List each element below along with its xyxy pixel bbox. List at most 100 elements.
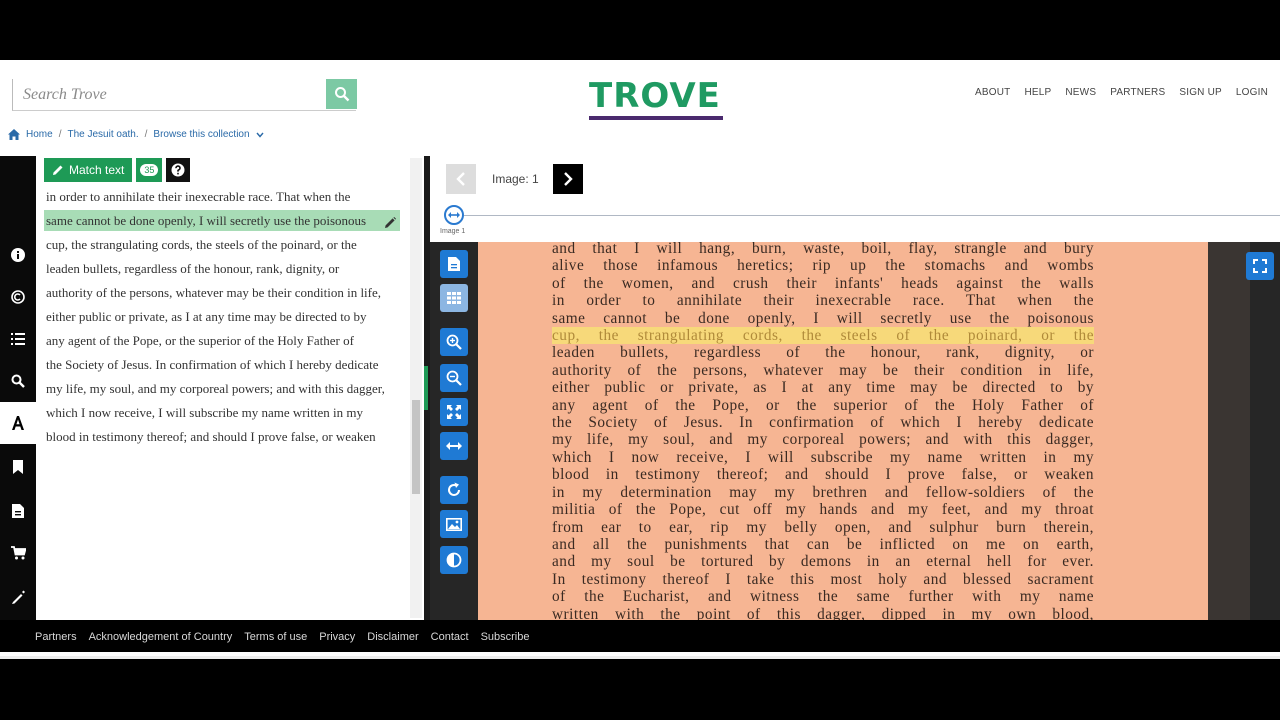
scanned-text: and that I will hang, burn, waste, boil,…	[552, 242, 1094, 620]
highlighted-scan-line: cup, the strangulating cords, the steels…	[552, 327, 1094, 345]
contrast-button[interactable]	[440, 546, 468, 574]
ocr-line[interactable]: which I now receive, I will subscribe my…	[44, 402, 400, 423]
screen: TROVE ABOUT HELP NEWS PARTNERS SIGN UP L…	[0, 0, 1280, 720]
zoom-in-icon	[446, 334, 462, 350]
scan-line: leaden bullets, regardless of the honour…	[552, 344, 1094, 362]
search-input[interactable]	[23, 83, 323, 107]
footer-link-disclaimer[interactable]: Disclaimer	[367, 631, 418, 643]
nav-partners[interactable]: PARTNERS	[1110, 87, 1165, 98]
nav-about[interactable]: ABOUT	[975, 87, 1010, 98]
rotate-button[interactable]	[440, 476, 468, 504]
footer-link-terms-of-use[interactable]: Terms of use	[244, 631, 307, 643]
scan-line: my life, my soul, and my corporeal power…	[552, 431, 1094, 449]
footer-link-acknowledgement-of-country[interactable]: Acknowledgement of Country	[89, 631, 233, 643]
image-label: Image: 1	[492, 172, 539, 186]
search-in-item-button[interactable]	[0, 360, 36, 402]
scroll-thumb[interactable]	[412, 400, 420, 494]
previous-image-button[interactable]	[446, 164, 476, 194]
list-icon	[11, 333, 25, 345]
viewer-controls: Image: 1 Image 1	[430, 156, 1280, 246]
ocr-line[interactable]: the Society of Jesus. In confirmation of…	[44, 354, 400, 375]
slider-image-label: Image 1	[440, 228, 466, 235]
footer-link-contact[interactable]: Contact	[431, 631, 469, 643]
nav-help[interactable]: HELP	[1024, 87, 1051, 98]
magnifier-icon	[11, 374, 25, 388]
ocr-line[interactable]: cup, the strangulating cords, the steels…	[44, 234, 400, 255]
cart-button[interactable]	[0, 532, 36, 574]
footer-link-privacy[interactable]: Privacy	[319, 631, 355, 643]
zoom-in-button[interactable]	[440, 328, 468, 356]
ocr-line[interactable]: any agent of the Pope, or the superior o…	[44, 330, 400, 351]
nav-news[interactable]: NEWS	[1065, 87, 1096, 98]
ocr-line[interactable]: same cannot be done openly, I will secre…	[44, 210, 400, 231]
breadcrumb-item[interactable]: The Jesuit oath.	[67, 129, 138, 140]
chevron-right-icon	[564, 172, 573, 186]
grid-view-button[interactable]	[440, 284, 468, 312]
image-icon	[446, 517, 462, 531]
pencil-icon	[53, 165, 63, 175]
ocr-line[interactable]: either public or private, as I at any ti…	[44, 306, 400, 327]
zoom-out-icon	[446, 370, 462, 386]
cart-icon	[10, 546, 26, 560]
ocr-line[interactable]: in order to annihilate their inexecrable…	[44, 186, 400, 207]
breadcrumb: Home / The Jesuit oath. / Browse this co…	[8, 129, 264, 140]
page-view-button[interactable]	[440, 250, 468, 278]
ocr-line[interactable]: authority of the persons, whatever may b…	[44, 282, 400, 303]
scan-line: and all the punishments that can be infl…	[552, 535, 1094, 553]
search-box	[12, 79, 357, 111]
scan-line: which I now receive, I will subscribe my…	[552, 448, 1094, 466]
text-toolbar: Match text 35	[44, 158, 191, 182]
image-slider-track[interactable]	[464, 215, 1280, 216]
footer-link-partners[interactable]: Partners	[35, 631, 77, 643]
ocr-line[interactable]: my life, my soul, and my corporeal power…	[44, 378, 400, 399]
scan-line: in my determination may my brethren and …	[552, 483, 1094, 501]
image-viewer[interactable]: and that I will hang, burn, waste, boil,…	[430, 242, 1280, 620]
nav-sign-up[interactable]: SIGN UP	[1179, 87, 1222, 98]
fit-width-button[interactable]	[440, 432, 468, 460]
document-icon	[12, 504, 24, 518]
match-text-button[interactable]: Match text	[44, 158, 133, 182]
image-adjust-button[interactable]	[440, 510, 468, 538]
fit-page-button[interactable]	[440, 398, 468, 426]
list-button[interactable]	[0, 318, 36, 360]
panel-resize-handle[interactable]	[424, 366, 428, 410]
footer-link-subscribe[interactable]: Subscribe	[481, 631, 530, 643]
arrows-horizontal-icon	[448, 212, 460, 218]
help-button[interactable]	[166, 158, 191, 182]
info-button[interactable]	[0, 234, 36, 276]
ocr-line[interactable]: leaden bullets, regardless of the honour…	[44, 258, 400, 279]
nav-login[interactable]: LOGIN	[1236, 87, 1268, 98]
footer: Partners Acknowledgement of Country Terms …	[0, 620, 1280, 652]
bookmark-icon	[13, 460, 23, 474]
image-slider-knob[interactable]	[444, 205, 464, 225]
text-scrollbar[interactable]	[410, 158, 422, 618]
zoom-out-button[interactable]	[440, 364, 468, 392]
trove-logo[interactable]: TROVE	[589, 76, 723, 122]
tools-button[interactable]	[0, 576, 36, 618]
ocr-line[interactable]: blood in testimony thereof; and should I…	[44, 426, 400, 447]
copyright-button[interactable]	[0, 276, 36, 318]
text-a-icon	[12, 416, 24, 430]
trove-app: TROVE ABOUT HELP NEWS PARTNERS SIGN UP L…	[0, 60, 1280, 656]
text-tool-button[interactable]	[0, 402, 36, 444]
question-icon	[171, 163, 185, 177]
scan-line: from ear to ear, rip my belly open, and …	[552, 518, 1094, 536]
bottom-strip	[0, 656, 1280, 659]
scanned-page: and that I will hang, burn, waste, boil,…	[478, 242, 1208, 620]
grid-icon	[447, 292, 461, 304]
fullscreen-button[interactable]	[1246, 252, 1274, 280]
breadcrumb-browse[interactable]: Browse this collection	[153, 129, 249, 140]
scan-line: same cannot be done openly, I will secre…	[552, 309, 1094, 327]
search-button[interactable]	[326, 79, 357, 109]
search-icon	[334, 87, 349, 102]
bookmark-button[interactable]	[0, 446, 36, 488]
rotate-icon	[448, 482, 460, 496]
document-button[interactable]	[0, 490, 36, 532]
edit-line-icon[interactable]	[385, 217, 396, 228]
breadcrumb-home[interactable]: Home	[26, 129, 53, 140]
page-icon	[448, 257, 460, 271]
scan-line: militia of the Pope, cut off my hands an…	[552, 501, 1094, 519]
next-image-button[interactable]	[553, 164, 583, 194]
scan-line: and that I will hang, burn, waste, boil,…	[552, 242, 1094, 257]
tool-rail	[0, 156, 36, 620]
